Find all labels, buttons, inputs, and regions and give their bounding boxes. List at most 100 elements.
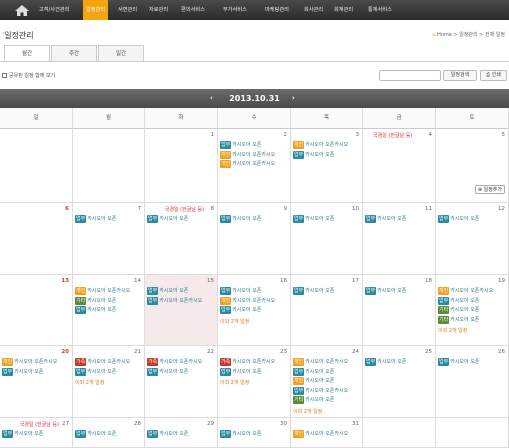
calendar-event[interactable]: 업무 카시오아 오픈카시오 [147,296,202,305]
calendar-event[interactable]: 기타 카시오아 오픈 [293,396,334,404]
calendar-event[interactable]: 업무 카시오아 오픈 [365,287,406,295]
calendar-day-cell[interactable]: 18 업무 카시오아 오픈 [363,275,436,346]
more-events-link[interactable]: 이외 2개 일정 [75,379,104,386]
calendar-day-cell[interactable]: 13 [0,275,73,346]
more-events-link[interactable]: 이외 2개 일정 [438,327,467,334]
calendar-day-cell[interactable] [0,129,73,203]
calendar-day-cell[interactable]: 6 [0,203,73,275]
next-month-button[interactable]: › [292,89,295,108]
calendar-event[interactable]: 업무 카시오아 오픈 [438,358,479,366]
calendar-day-cell[interactable]: 5 ⊕ 일정추가 [436,129,509,203]
calendar-event[interactable]: 업무 카시오아 오픈 [75,215,116,223]
nav-item-1[interactable]: 고객/사건관리 [36,0,72,20]
nav-item-3[interactable]: 서면관리 [115,0,140,20]
calendar-event[interactable]: 업무 카시오아 오픈 [293,287,334,295]
calendar-day-cell[interactable]: 3 개인 카시오아 오픈카시오 업무 카시오아 오픈 [291,129,363,203]
more-events-link[interactable]: 이외 2개 일정 [293,408,322,415]
calendar-event[interactable]: 업무 카시오아 오픈 [2,367,43,376]
calendar-day-cell[interactable]: 28 업무 카시오아 오픈 [73,418,145,448]
calendar-day-cell[interactable]: 29 업무 카시오아 오픈 [145,418,218,448]
calendar-day-cell[interactable]: 30 업무 카시오아 오픈 [218,418,291,448]
prev-month-button[interactable]: ‹ [210,89,213,108]
calendar-day-cell[interactable] [363,418,436,448]
calendar-day-cell[interactable]: 7 업무 카시오아 오픈 [73,203,145,275]
nav-item-4[interactable]: 자료관리 [146,0,171,20]
tab-week[interactable]: 주간 [51,45,97,61]
calendar-event[interactable]: 기타 카시오아 오픈 [75,296,116,305]
calendar-event[interactable]: 개인 카시오아 오픈카시오 [220,150,275,159]
calendar-event[interactable]: 개인 카시오아 오픈카시오 [293,141,348,149]
calendar-day-cell[interactable]: 8 국경일 (한글날 등) 업무 카시오아 오픈 [145,203,218,275]
calendar-event[interactable]: 업무 카시오아 오픈 [365,358,406,366]
calendar-event[interactable]: 개인 카시오아 오픈카시오 [293,358,348,366]
calendar-event[interactable]: 개인 카시오아 오픈 [293,377,334,385]
calendar-event[interactable]: 가족 카시오아 오픈카시오 [220,358,275,366]
calendar-day-cell[interactable]: 17 업무 카시오아 오픈 [291,275,363,346]
calendar-event[interactable]: 업무 카시오아 오픈 [220,215,261,223]
calendar-day-cell[interactable]: 24 개인 카시오아 오픈카시오 업무 카시오아 오픈 개인 카시오아 오픈 업무 카시오아 오… [291,346,363,418]
calendar-day-cell[interactable]: 20 개인 카시오아 오픈카시오 업무 카시오아 오픈 [0,346,73,418]
calendar-day-cell[interactable]: 23 가족 카시오아 오픈카시오 업무 카시오아 오픈 이외 2개 일정 [218,346,291,418]
calendar-event[interactable]: 기타 카시오아 오픈 [438,306,479,314]
add-event-button[interactable]: ⊕ 일정추가 [474,185,505,194]
nav-item-8[interactable]: 회사관리 [301,0,326,20]
calendar-event[interactable]: 개인 카시오아 오픈카시오 [2,358,57,366]
search-input[interactable] [379,70,441,81]
calendar-event[interactable]: 업무 카시오아 오픈 [220,430,261,438]
calendar-event[interactable]: 업무 카시오아 오픈 [293,367,334,376]
checkbox-icon[interactable] [2,73,7,78]
calendar-day-cell[interactable] [436,418,509,448]
calendar-event[interactable]: 업무 카시오아 오픈 [293,150,334,159]
calendar-day-cell[interactable]: 15 업무 카시오아 오픈 업무 카시오아 오픈카시오 [145,275,218,346]
tab-month[interactable]: 월간 [4,45,50,62]
calendar-event[interactable]: 가족 카시오아 오픈카시오 [75,358,130,366]
calendar-event[interactable]: 업무 카시오아 오픈 [220,141,261,149]
home-icon[interactable] [15,5,29,16]
share-checkbox[interactable]: 공유된 일정 함께 보기 [2,72,55,79]
calendar-event[interactable]: 업무 카시오아 오픈 [147,430,188,438]
more-events-link[interactable]: 이외 2개 일정 [220,379,249,386]
calendar-event[interactable]: 업무 카시오아 오픈 [365,215,406,223]
calendar-day-cell[interactable]: 14 개인 카시오아 오픈카시오 기타 카시오아 오픈 업무 카시오아 오픈 [73,275,145,346]
calendar-event[interactable]: 업무 카시오아 오픈 [293,215,334,223]
calendar-day-cell[interactable]: 9 업무 카시오아 오픈 [218,203,291,275]
calendar-day-cell[interactable]: 25 업무 카시오아 오픈 [363,346,436,418]
calendar-day-cell[interactable]: 1 [145,129,218,203]
calendar-day-cell[interactable]: 26 업무 카시오아 오픈 [436,346,509,418]
calendar-event[interactable]: 업무 카시오아 오픈 [220,306,261,314]
search-button[interactable]: 일정검색 [443,70,477,81]
calendar-day-cell[interactable]: 19 개인 카시오아 오픈카시오 업무 카시오아 오픈 기타 카시오아 오픈 기타 카시오아 오… [436,275,509,346]
calendar-day-cell[interactable]: 27 국경일 (한글날 등) 업무 카시오아 오픈 [0,418,73,448]
calendar-day-cell[interactable]: 2 업무 카시오아 오픈 개인 카시오아 오픈카시오 개인 카시오아 오픈카시오 [218,129,291,203]
calendar-event[interactable]: 업무 카시오아 오픈 [220,367,261,376]
calendar-event[interactable]: 업무 카시오아 오픈 [147,367,188,376]
nav-item-9[interactable]: 회계관리 [331,0,356,20]
tab-day[interactable]: 일간 [98,45,144,61]
calendar-event[interactable]: 업무 카시오아 오픈 [75,306,116,314]
calendar-day-cell[interactable]: 16 업무 카시오아 오픈 개인 카시오아 오픈카시오 업무 카시오아 오픈 이외 2개 일정 [218,275,291,346]
calendar-day-cell[interactable]: 21 가족 카시오아 오픈카시오 업무 카시오아 오픈 이외 2개 일정 [73,346,145,418]
calendar-day-cell[interactable]: 4 국경일 (한글날 등) [363,129,436,203]
calendar-event[interactable]: 개인 카시오아 오픈카시오 [293,430,348,438]
calendar-event[interactable]: 개인 카시오아 오픈카시오 [75,287,130,295]
calendar-event[interactable]: 업무 카시오아 오픈 [438,296,479,305]
calendar-event[interactable]: 개인 카시오아 오픈카시오 [220,160,275,168]
print-button[interactable]: ⎙ 인쇄 [480,70,507,81]
nav-item-6[interactable]: 부가서비스 [220,0,250,20]
calendar-event[interactable]: 업무 카시오아 오픈 [147,215,188,223]
calendar-day-cell[interactable]: 22 가족 카시오아 오픈카시오 업무 카시오아 오픈 [145,346,218,418]
calendar-event[interactable]: 개인 카시오아 오픈카시오 [438,287,493,295]
calendar-day-cell[interactable]: 11 업무 카시오아 오픈 [363,203,436,275]
nav-item-7[interactable]: 마케팅관리 [262,0,292,20]
calendar-event[interactable]: 업무 카시오아 오픈 [147,287,188,295]
calendar-event[interactable]: 업무 카시오아 오픈 [2,430,43,438]
calendar-event[interactable]: 업무 카시오아 오픈카시오 [293,386,348,395]
calendar-event[interactable]: 개인 카시오아 오픈카시오 [220,296,275,305]
nav-item-2[interactable]: 일정관리 [83,0,109,20]
calendar-event[interactable]: 업무 카시오아 오픈 [75,430,116,438]
calendar-day-cell[interactable]: 12 업무 카시오아 오픈 [436,203,509,275]
calendar-event[interactable]: 기타 카시오아 오픈 [438,315,479,324]
nav-item-10[interactable]: 통계서비스 [365,0,395,20]
more-events-link[interactable]: 이외 2개 일정 [220,318,249,325]
calendar-event[interactable]: 업무 카시오아 오픈 [220,287,261,295]
